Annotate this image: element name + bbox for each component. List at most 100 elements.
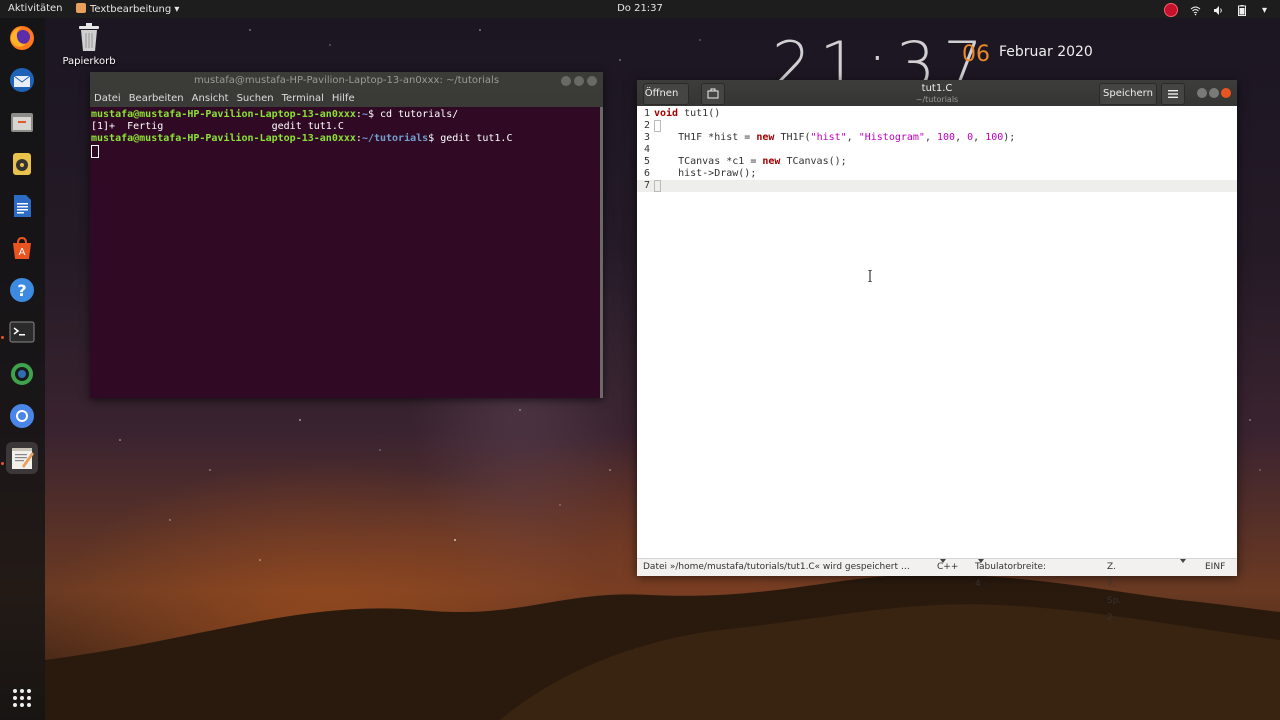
gedit-headerbar[interactable]: Öffnen tut1.C ~/tutorials Speichern <box>637 80 1237 106</box>
dock-files[interactable] <box>6 106 38 138</box>
system-tray[interactable]: ▾ <box>1164 3 1270 17</box>
gedit-window[interactable]: Öffnen tut1.C ~/tutorials Speichern 1 2 … <box>637 80 1237 623</box>
dock-firefox[interactable] <box>6 22 38 54</box>
bracket-match-marker <box>654 120 661 132</box>
chromium-icon <box>10 404 34 428</box>
dock-rhythmbox[interactable] <box>6 148 38 180</box>
text-editor-small-icon <box>76 3 86 13</box>
menu-ansicht[interactable]: Ansicht <box>192 90 229 107</box>
terminal-cursor-line <box>91 145 603 160</box>
close-button[interactable] <box>587 76 597 86</box>
rhythmbox-icon <box>13 153 31 175</box>
firefox-icon <box>10 26 34 50</box>
terminal-scrollbar[interactable] <box>600 107 603 398</box>
dock-chromium[interactable] <box>6 400 38 432</box>
clock-widget-month: Februar 2020 <box>999 44 1093 60</box>
menu-bearbeiten[interactable]: Bearbeiten <box>129 90 184 107</box>
help-icon: ? <box>10 278 34 302</box>
chevron-down-icon <box>681 91 688 95</box>
terminal-title: mustafa@mustafa-HP-Pavilion-Laptop-13-an… <box>193 75 500 86</box>
svg-text:A: A <box>19 247 26 258</box>
system-menu-chevron-icon[interactable]: ▾ <box>1259 5 1270 16</box>
trash-icon <box>77 22 101 52</box>
new-tab-button[interactable] <box>701 83 725 105</box>
dock-text-editor[interactable] <box>6 442 38 474</box>
code-line-5: TCanvas *c1 = new TCanvas(); <box>654 156 847 167</box>
document-filename: tut1.C <box>921 83 953 94</box>
menu-hilfe[interactable]: Hilfe <box>332 90 355 107</box>
terminal-window[interactable]: mustafa@mustafa-HP-Pavilion-Laptop-13-an… <box>90 72 603 398</box>
new-document-icon <box>707 88 719 99</box>
hamburger-icon <box>1168 90 1178 98</box>
libreoffice-writer-icon <box>14 195 31 217</box>
trash-label: Papierkorb <box>62 56 116 67</box>
menu-datei[interactable]: Datei <box>94 90 121 107</box>
dock: A ? <box>0 18 45 720</box>
dock-terminal[interactable] <box>6 316 38 348</box>
clock-button[interactable]: Do 21:37 <box>617 3 663 14</box>
activities-button[interactable]: Aktivitäten <box>8 3 63 14</box>
terminal-menubar: Datei Bearbeiten Ansicht Suchen Terminal… <box>90 90 603 107</box>
svg-text:?: ? <box>17 281 26 300</box>
maximize-button[interactable] <box>574 76 584 86</box>
status-message: Datei »/home/mustafa/tutorials/tut1.C« w… <box>643 562 910 572</box>
line-number: 1 <box>643 108 650 119</box>
dock-writer[interactable] <box>6 190 38 222</box>
running-indicator <box>1 336 4 339</box>
software-center-icon: A <box>13 236 31 259</box>
battery-icon <box>1236 4 1247 16</box>
dock-color-app[interactable] <box>6 358 38 390</box>
save-button[interactable]: Speichern <box>1099 83 1157 105</box>
bracket-match-marker <box>654 180 661 192</box>
terminal-titlebar[interactable]: mustafa@mustafa-HP-Pavilion-Laptop-13-an… <box>90 72 603 90</box>
gedit-title: tut1.C ~/tutorials <box>916 83 958 105</box>
desktop-trash[interactable]: Papierkorb <box>60 22 118 67</box>
terminal-cursor <box>91 145 99 158</box>
running-indicator <box>1 462 4 465</box>
dock-thunderbird[interactable] <box>6 64 38 96</box>
dock-help[interactable]: ? <box>6 274 38 306</box>
minimize-button[interactable] <box>1197 88 1207 98</box>
chevron-down-icon <box>1180 559 1186 563</box>
terminal-line: mustafa@mustafa-HP-Pavilion-Laptop-13-an… <box>91 109 459 120</box>
terminal-output[interactable]: mustafa@mustafa-HP-Pavilion-Laptop-13-an… <box>90 107 603 160</box>
menu-suchen[interactable]: Suchen <box>237 90 274 107</box>
hamburger-menu-button[interactable] <box>1161 83 1185 105</box>
app-menu-button[interactable]: Textbearbeitung ▾ <box>76 3 179 15</box>
wifi-icon <box>1190 5 1201 16</box>
line-number: 2 <box>643 120 650 131</box>
thunderbird-icon <box>10 68 34 92</box>
code-line-7 <box>654 180 661 193</box>
close-button[interactable] <box>1221 88 1231 98</box>
code-line-1: void tut1() <box>654 108 721 119</box>
line-number: 5 <box>643 156 650 167</box>
terminal-icon <box>9 321 35 343</box>
minimize-button[interactable] <box>561 76 571 86</box>
top-bar: Aktivitäten Textbearbeitung ▾ Do 21:37 ▾ <box>0 0 1280 18</box>
mouse-ibeam-cursor <box>868 270 872 282</box>
chevron-down-icon <box>978 559 984 563</box>
menu-terminal[interactable]: Terminal <box>282 90 324 107</box>
code-line-3: TH1F *hist = new TH1F("hist", "Histogram… <box>654 132 1016 143</box>
maximize-button[interactable] <box>1209 88 1219 98</box>
terminal-line: [1]+ Fertig gedit tut1.C <box>91 121 344 132</box>
record-indicator-icon[interactable] <box>1164 3 1178 17</box>
insert-mode-indicator: EINF <box>1205 562 1226 572</box>
scrollbar-thumb[interactable] <box>600 107 603 398</box>
app-menu-label: Textbearbeitung <box>90 4 172 15</box>
open-button[interactable]: Öffnen <box>643 83 689 105</box>
terminal-line: mustafa@mustafa-HP-Pavilion-Laptop-13-an… <box>91 133 513 144</box>
clock-widget-day: 06 <box>962 42 990 67</box>
code-editor[interactable]: 1 2 3 4 5 6 7 void tut1() TH1F *hist = n… <box>637 106 1237 558</box>
code-line-6: hist->Draw(); <box>654 168 757 179</box>
dock-show-apps[interactable] <box>6 682 38 714</box>
chevron-down-icon <box>940 559 946 563</box>
color-picker-icon <box>10 362 34 386</box>
line-number: 7 <box>643 180 650 191</box>
line-number: 4 <box>643 144 650 155</box>
dock-software[interactable]: A <box>6 232 38 264</box>
chevron-down-icon: ▾ <box>174 4 180 15</box>
line-number: 3 <box>643 132 650 143</box>
text-editor-icon <box>12 448 34 469</box>
show-apps-icon <box>13 689 31 707</box>
